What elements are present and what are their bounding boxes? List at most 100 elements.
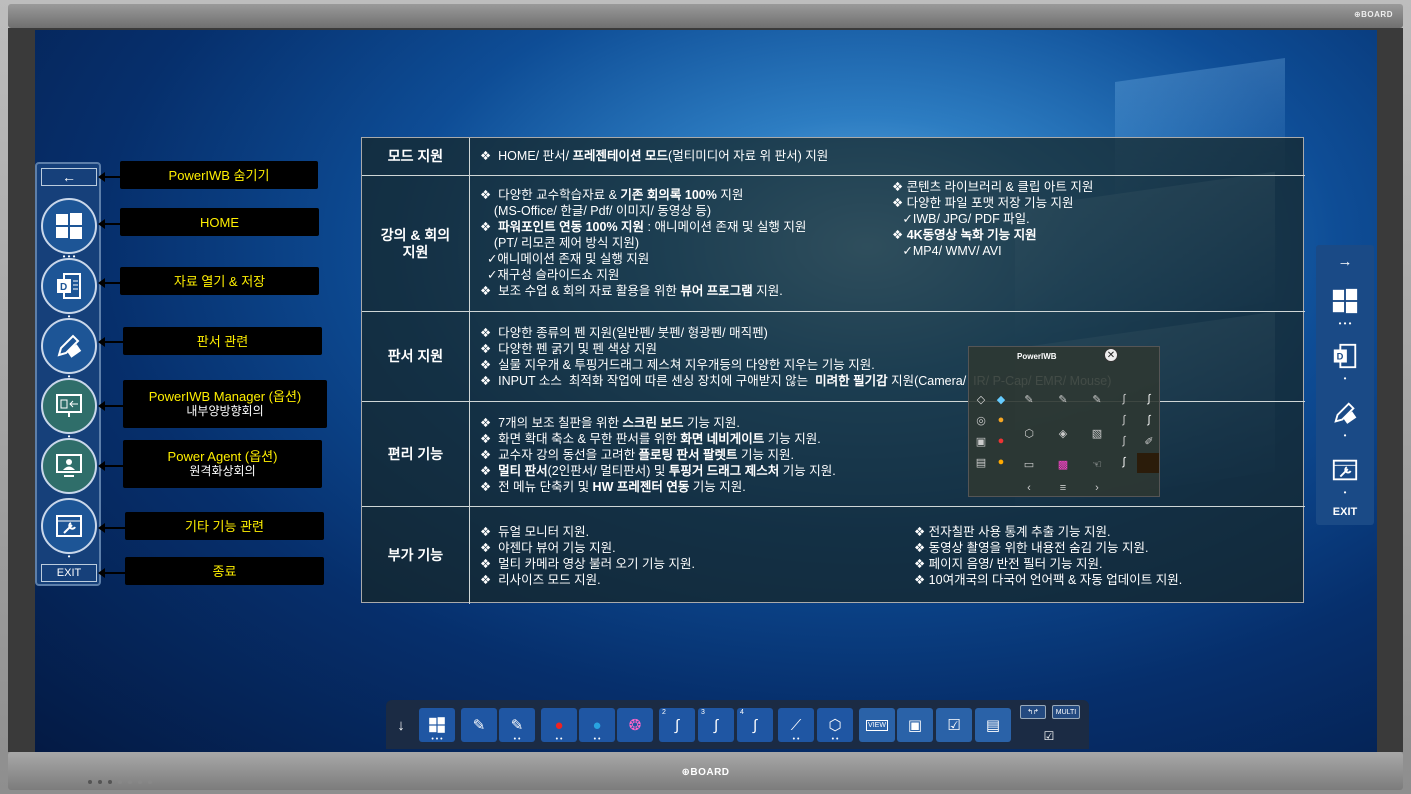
windows-icon [1332,288,1358,314]
right-exit-button[interactable]: EXIT [1328,503,1362,521]
viewer-icon: VIEW [866,719,888,731]
palette-pen-mid-icon[interactable]: ✎ [1053,390,1073,408]
stroke-icon: ∫ [674,716,680,734]
row-category: 강의 & 회의 지원 [362,176,470,311]
toolbar-blue-ink-button[interactable]: ● • • [579,708,615,743]
palette-color-icon[interactable]: ◎ [971,411,991,429]
hide-panel-button[interactable]: ← [41,168,97,186]
toolbar-dual-button[interactable]: ↰↱ [1020,705,1046,719]
palette-select-icon[interactable]: ▧ [1087,424,1107,442]
manager-screen-icon [56,394,82,417]
palette-pen-thin-icon[interactable]: ✎ [1019,390,1039,408]
palette-pen-thick-icon[interactable]: ✎ [1087,390,1107,408]
presentation-icon: ▤ [985,717,1001,734]
palette-close-button[interactable]: ✕ [1104,348,1118,362]
palette-stroke4-icon[interactable]: ∫ [1139,411,1159,429]
table-line: ❖ 화면 확대 축소 & 무한 판서를 위한 화면 네비게이트 기능 지원. [480,432,821,446]
windows-icon [429,717,445,733]
table-line: ❖ 4K동영상 녹화 기능 지원 [892,228,1037,242]
callout-arrow [98,337,123,347]
toolbar-check-button[interactable]: ☑ [1034,726,1064,746]
palette-hand-icon[interactable]: ☜ [1087,455,1107,473]
toolbar-capture-button[interactable]: ▣ [897,708,933,742]
palette-menu-icon[interactable]: ≡ [1053,479,1073,497]
palette-screen-icon[interactable]: ▩ [1053,455,1073,473]
palette-prev-icon[interactable]: ‹ [1019,479,1039,497]
table-line: ✓애니메이션 존재 및 실행 지원 [480,252,650,266]
table-line: ❖ 7개의 보조 칠판을 위한 스크린 보드 기능 지원. [480,416,740,430]
brand-logo-bottom: ⊕BOARD [681,767,730,778]
right-writing-button[interactable]: • [1328,395,1362,440]
palette-highlight-icon[interactable]: ✐ [1139,432,1159,450]
manager-button[interactable]: • [41,378,97,441]
toolbar-presentation-button[interactable]: ▤ [975,708,1011,742]
document-icon: D [57,273,81,299]
toolbar-home-button[interactable]: • • • [419,708,455,743]
toolbar-stroke3-button[interactable]: 3 ∫ [698,708,734,742]
tools-window-icon [1332,459,1358,481]
right-home-button[interactable]: • • • [1328,283,1362,328]
toolbar-viewer-button[interactable]: VIEW [859,708,895,742]
toolbar-pen2-button[interactable]: ✎ • • [499,708,535,743]
palette-stroke3-icon[interactable]: ∫ [1114,411,1134,429]
settings-button[interactable]: • [41,498,97,561]
bezel-indicator-dots [88,780,152,784]
toolbar-collapse-button[interactable]: ↓ [386,708,416,742]
top-bezel: ⊕BOARD [8,4,1403,28]
right-settings-button[interactable]: • [1328,452,1362,497]
tools-window-icon [56,515,82,537]
document-icon: D [1333,343,1357,369]
palette-stroke2-icon[interactable]: ∫ [1139,390,1159,408]
palette-yellow-icon[interactable]: ● [991,411,1011,429]
toolbar-color-wheel-button[interactable]: ❂ [617,708,653,742]
pen-icon: ✎ [472,717,486,734]
table-line: ❖ 보조 수업 & 회의 자료 활용을 위한 뷰어 프로그램 지원. [480,284,783,298]
show-panel-arrow[interactable]: → [1328,249,1362,273]
home-button[interactable]: • • • [41,198,97,261]
toolbar-eraser-button[interactable]: ⟋ • • [778,708,814,743]
toolbar-stroke2-button[interactable]: 2 ∫ [659,708,695,742]
toolbar-red-ink-button[interactable]: ● • • [541,708,577,743]
palette-stroke1-icon[interactable]: ∫ [1114,390,1134,408]
table-line: ❖ 야젠다 뷰어 기능 지원. [480,541,616,555]
table-line: ❖ 다양한 종류의 펜 지원(일반펜/ 붓펜/ 형광펜/ 매직펜) [480,326,768,340]
stroke-icon: ∫ [713,716,719,734]
pen-eraser-icon [57,334,82,358]
row-category: 편리 기능 [362,402,470,506]
callout-home: HOME [120,208,319,236]
palette-shape-icon[interactable]: ⬡ [1019,424,1039,442]
toolbar-screen-board-button[interactable]: ☑ [936,708,972,742]
writing-button[interactable]: • [41,318,97,381]
floating-palette[interactable]: PowerIWB ✕ ◇ ◆ ✎ ✎ ✎ ∫ ∫ ◎ ● ∫ ∫ ▣ ● ⬡ ◈… [968,346,1160,497]
open-save-button[interactable]: D • [41,258,97,321]
table-line: ❖ 듀얼 모니터 지원. [480,525,590,539]
palette-orange-icon[interactable]: ● [991,453,1011,471]
agent-button[interactable] [41,438,97,494]
toolbar-shape-button[interactable]: ⬡ • • [817,708,853,743]
table-line: ❖ 다양한 파일 포맷 저장 기능 지원 [892,196,1074,210]
toolbar-multi-button[interactable]: MULTI [1052,705,1080,719]
table-line: ❖ 멀티 판서(2인판서/ 멀티판서) 및 투핑거 드래그 제스처 기능 지원. [480,464,836,478]
screen-board-icon: ☑ [947,717,961,734]
palette-next-icon[interactable]: › [1087,479,1107,497]
toolbar-stroke4-button[interactable]: 4 ∫ [737,708,773,742]
palette-eraser-icon[interactable]: ◈ [1053,424,1073,442]
palette-red-icon[interactable]: ● [991,432,1011,450]
right-open-save-button[interactable]: D • [1328,338,1362,383]
palette-print-icon[interactable]: ▭ [1019,455,1039,473]
palette-stamp-icon[interactable]: ▤ [971,453,991,471]
toolbar-pen-button[interactable]: ✎ [461,708,497,742]
palette-copy-icon[interactable]: ▣ [971,432,991,450]
palette-stroke5-icon[interactable]: ∫ [1114,432,1134,450]
table-row: 판서 지원 ❖ 다양한 종류의 펜 지원(일반펜/ 붓펜/ 형광펜/ 매직펜) ❖… [362,311,1305,401]
right-powerIWB-panel: → • • • D • • • EXIT [1316,245,1374,525]
palette-marker-icon[interactable]: ◆ [991,390,1011,408]
feature-table: 모드 지원 ❖ HOME/ 판서/ 프레젠테이션 모드(멀티미디어 자료 위 판… [361,137,1305,604]
screen-capture-icon: ▣ [907,717,923,734]
exit-button[interactable]: EXIT [41,564,97,582]
palette-stroke6-icon[interactable]: ∫ [1114,453,1134,471]
callout-manager: PowerIWB Manager (옵션) 내부양방향회의 [123,380,327,428]
palette-swatch[interactable] [1137,453,1159,473]
eraser-icon: ⟋ [790,716,802,734]
palette-pen-icon[interactable]: ◇ [971,390,991,408]
